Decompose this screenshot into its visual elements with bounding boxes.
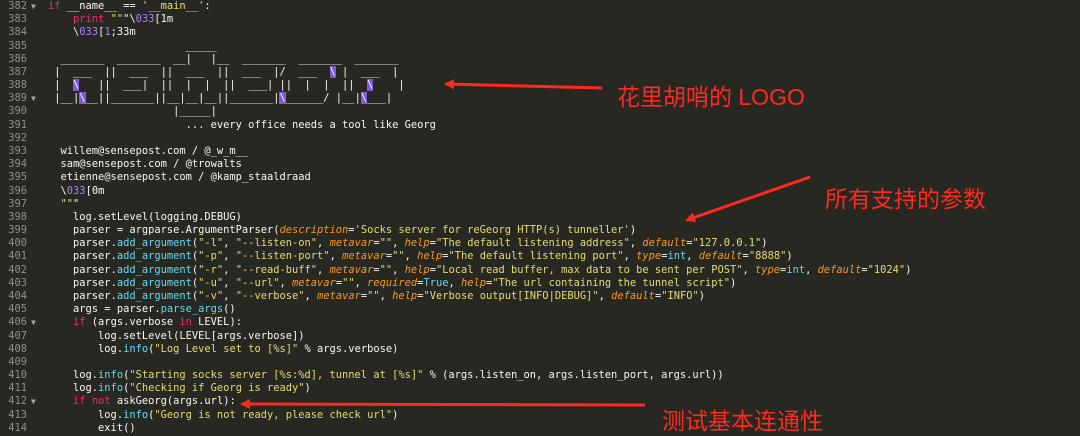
annotation-logo: 花里胡哨的 LOGO — [617, 84, 805, 110]
annotation-connectivity: 测试基本连通性 — [662, 408, 823, 434]
annotation-arrows — [240, 79, 811, 410]
annotation-params: 所有支持的参数 — [825, 186, 986, 212]
arrow-connectivity — [240, 399, 646, 410]
arrow-params — [685, 175, 811, 223]
arrow-logo — [444, 79, 603, 90]
code-editor[interactable]: 382 ▼ if __name__ == '__main__': 383 print … — [0, 0, 1080, 434]
